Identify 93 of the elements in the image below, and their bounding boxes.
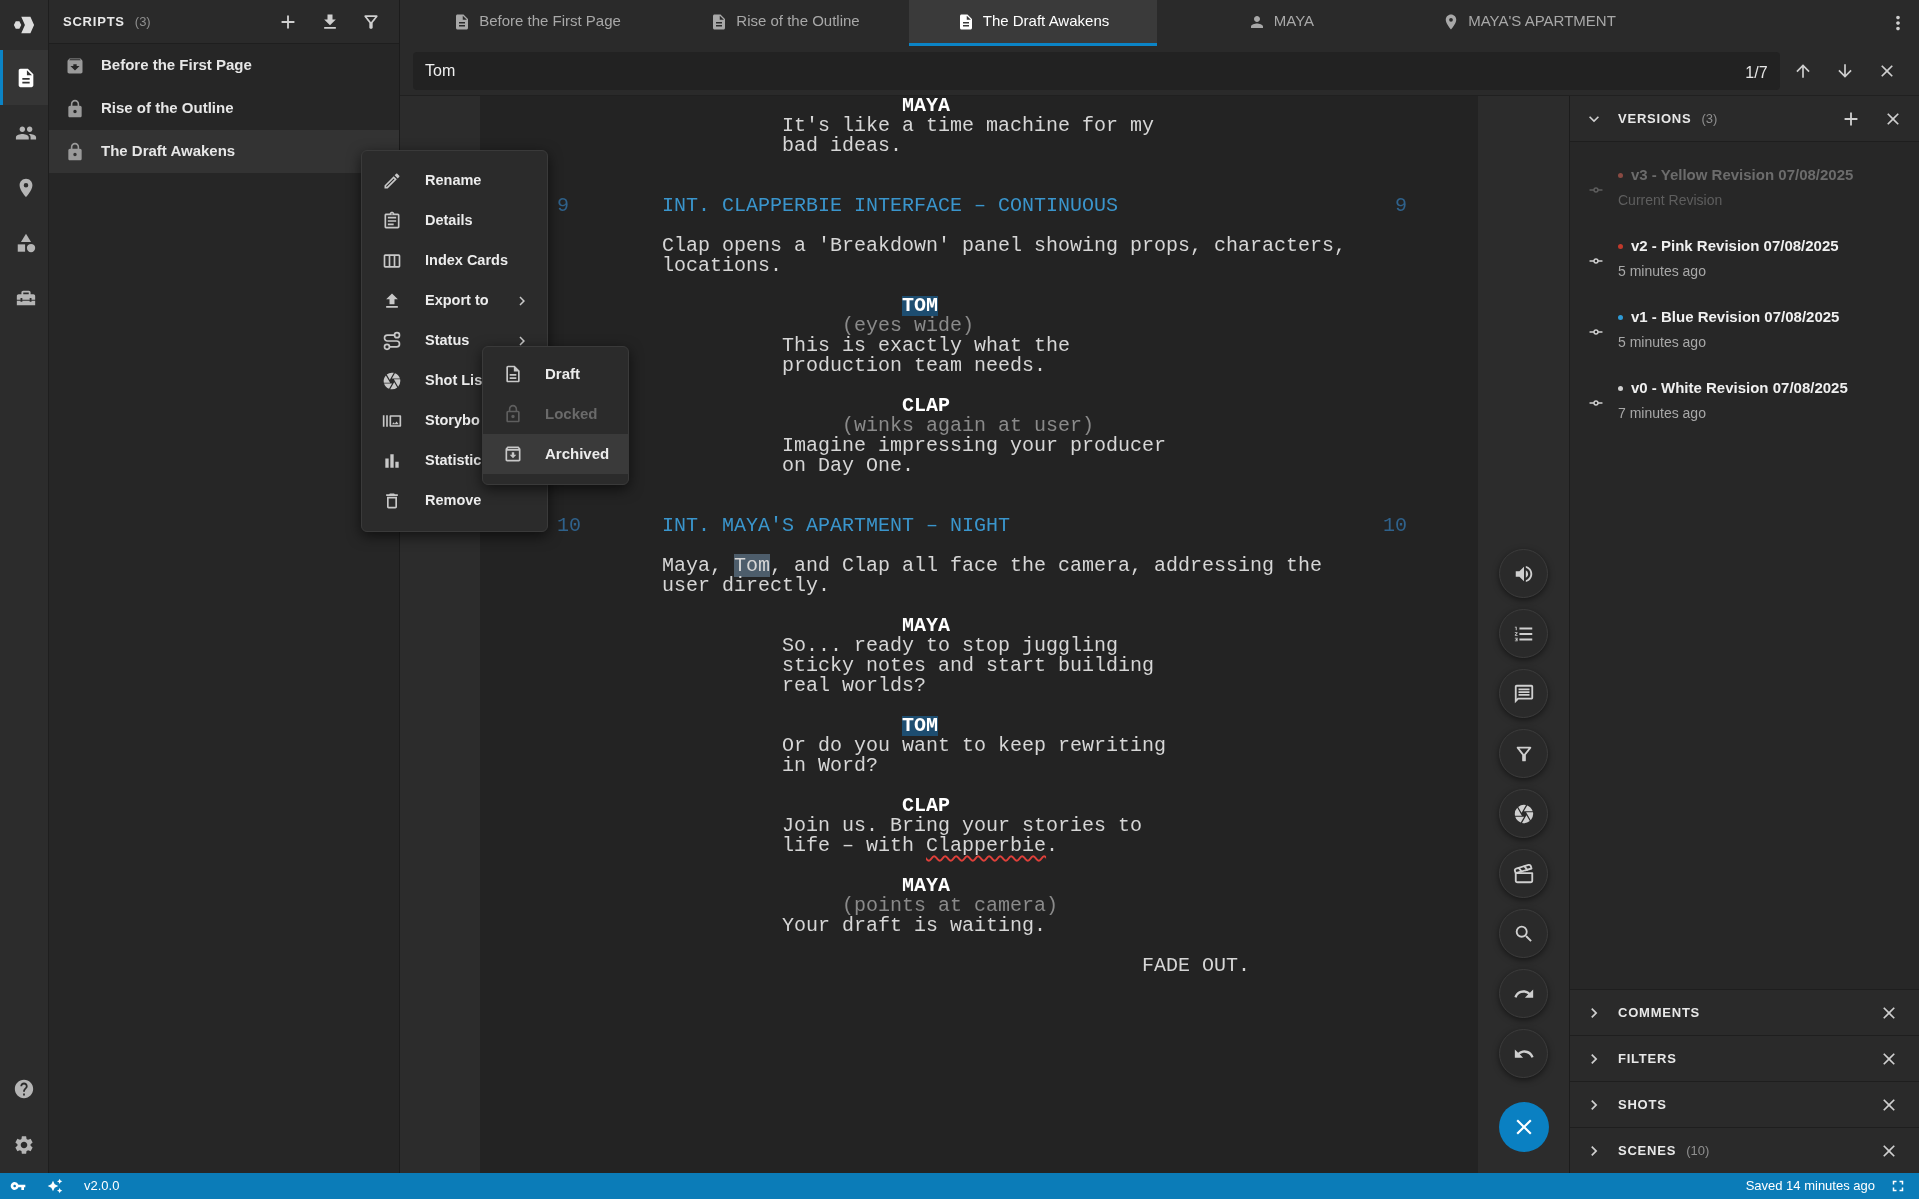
lock-icon (65, 98, 85, 119)
version-time: 7 minutes ago (1618, 403, 1707, 423)
scene-heading: INT. MAYA'S APARTMENT – NIGHT (662, 516, 1011, 536)
dialogue-text: Join us. Bring your stories to life – with Clapperbie. (782, 816, 1143, 856)
character-name: TOM (902, 296, 938, 316)
scene-number: 9 (557, 196, 569, 216)
parenthetical: (points at camera) (842, 896, 1059, 916)
match-count: 1/7 (1745, 62, 1768, 83)
character-name: TOM (902, 716, 938, 736)
tool-button[interactable] (1499, 789, 1548, 838)
section-title: FILTERS (1618, 1049, 1677, 1068)
script-count: (3) (134, 12, 151, 31)
script-list-item[interactable]: Before the First Page (49, 44, 399, 87)
tool-button[interactable] (1499, 849, 1548, 898)
panel-title: SCRIPTS (63, 12, 125, 31)
version-item[interactable]: v2 - Pink Revision 07/08/2025 5 minutes ago (1570, 225, 1919, 296)
aperture-icon (382, 371, 402, 391)
dialogue-text: Or do you want to keep rewriting in Word? (782, 736, 1167, 776)
version-time: 5 minutes ago (1618, 332, 1707, 352)
dialogue-text: This is exactly what the production team needs. (782, 336, 1071, 376)
close-tools-button[interactable] (1498, 1102, 1549, 1152)
tab[interactable]: MAYA (1157, 0, 1405, 46)
section-title: SCENES (1618, 1141, 1677, 1160)
section-title: SHOTS (1618, 1095, 1667, 1114)
bar-chart-icon (382, 451, 402, 471)
tool-button[interactable] (1499, 549, 1548, 598)
tool-button[interactable] (1499, 1029, 1548, 1078)
version-time: 5 minutes ago (1618, 261, 1707, 281)
tab[interactable]: The Draft Awakens (909, 0, 1157, 46)
script-list-item[interactable]: Rise of the Outline (49, 87, 399, 130)
version-title: v1 - Blue Revision 07/08/2025 (1631, 307, 1840, 328)
scene-number: 10 (1383, 516, 1407, 536)
version-label: v2.0.0 (84, 1177, 120, 1196)
pencil-icon (382, 171, 402, 191)
logo-icon (13, 14, 35, 36)
dialogue-text: So... ready to stop juggling sticky notes and start building real worlds? (782, 636, 1155, 696)
dialogue-text: It's like a time machine for my bad ideas. (782, 116, 1155, 156)
tool-button[interactable] (1499, 609, 1548, 658)
menu-item[interactable]: Export to (362, 281, 547, 321)
character-name: CLAP (902, 396, 950, 416)
save-status: Saved 14 minutes ago (1745, 1177, 1875, 1196)
lock-icon (503, 404, 523, 424)
clapperboard-icon (1512, 862, 1535, 885)
menu-item[interactable]: Archived (483, 434, 628, 474)
comment-icon (1512, 682, 1535, 705)
sparkles-icon[interactable] (47, 1178, 63, 1194)
scene-heading: INT. CLAPPERBIE INTERFACE – CONTINUOUS (662, 196, 1119, 216)
tool-button[interactable] (1499, 669, 1548, 718)
route-icon (382, 331, 402, 351)
help-icon[interactable] (13, 1078, 35, 1100)
archive-icon (503, 444, 523, 464)
dialogue-text: Imagine impressing your producer on Day One. (782, 436, 1167, 476)
section-title: COMMENTS (1618, 1003, 1701, 1022)
scene-number: 10 (557, 516, 581, 536)
scene-number: 9 (1395, 196, 1407, 216)
tab[interactable]: MAYA'S APARTMENT (1405, 0, 1653, 46)
columns-icon (382, 251, 402, 271)
character-name: MAYA (902, 96, 950, 116)
version-title: v2 - Pink Revision 07/08/2025 (1631, 236, 1839, 257)
character-name: CLAP (902, 796, 950, 816)
tab[interactable]: Before the First Page (413, 0, 661, 46)
script-list-item[interactable]: The Draft Awakens (49, 130, 399, 173)
tool-button[interactable] (1499, 909, 1548, 958)
version-item[interactable]: v0 - White Revision 07/08/2025 7 minutes ago (1570, 367, 1919, 438)
tool-button[interactable] (1499, 729, 1548, 778)
version-title: v3 - Yellow Revision 07/08/2025 (1631, 165, 1854, 186)
lock-icon (65, 141, 85, 162)
version-item[interactable]: v1 - Blue Revision 07/08/2025 5 minutes ago (1570, 296, 1919, 367)
version-title: v0 - White Revision 07/08/2025 (1631, 378, 1848, 399)
menu-item[interactable]: Storybo (362, 401, 480, 441)
settings-icon[interactable] (13, 1134, 35, 1156)
character-name: MAYA (902, 616, 950, 636)
parenthetical: (winks again at user) (842, 416, 1095, 436)
nav-button[interactable] (0, 50, 48, 105)
version-count: (3) (1701, 109, 1718, 128)
character-name: MAYA (902, 876, 950, 896)
action-text: Clap opens a 'Breakdown' panel showing props, characters, locations. (662, 236, 1347, 276)
parenthetical: (eyes wide) (842, 316, 975, 336)
menu-item[interactable]: Statistic (362, 441, 480, 481)
dialogue-text: Your draft is waiting. (782, 916, 1047, 936)
transition-text: FADE OUT. (1142, 956, 1251, 976)
section-count: (10) (1686, 1141, 1710, 1160)
menu-item[interactable]: Index Cards (362, 241, 547, 281)
tab[interactable]: Rise of the Outline (661, 0, 909, 46)
tool-button[interactable] (1499, 969, 1548, 1018)
menu-item[interactable]: Remove (362, 481, 547, 521)
aperture-icon (1512, 802, 1535, 825)
document-icon (503, 364, 523, 384)
clipboard-icon (382, 211, 402, 231)
menu-item[interactable]: Shot Lis (362, 361, 480, 401)
action-text: Maya, Tom, and Clap all face the camera, addressing the user directly. (662, 556, 1323, 596)
panel-title: VERSIONS (1618, 109, 1692, 128)
menu-item[interactable]: Details (362, 201, 547, 241)
